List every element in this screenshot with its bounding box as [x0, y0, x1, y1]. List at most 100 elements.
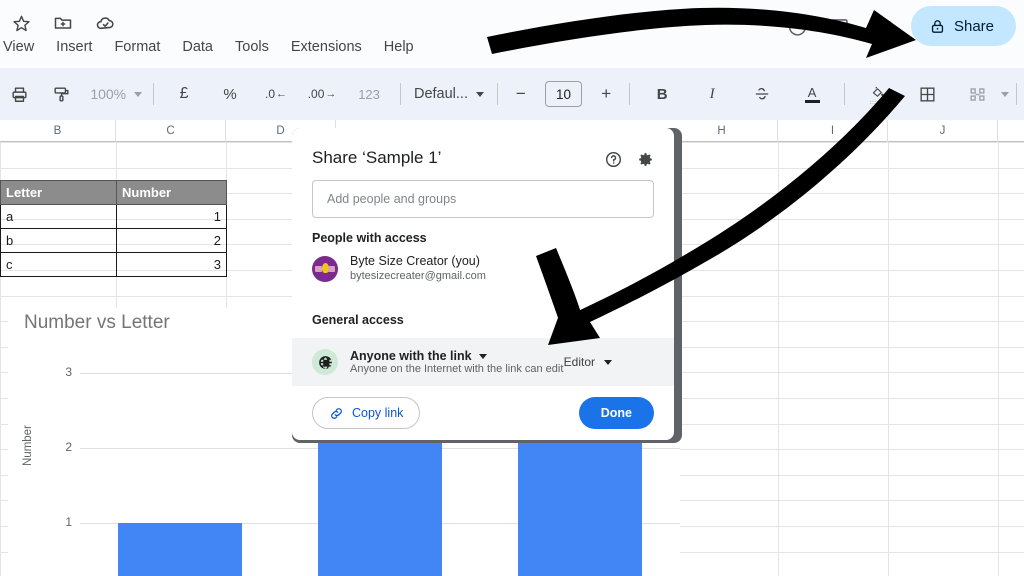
- google-sheets-window: View Insert Format Data Tools Extensions…: [0, 0, 1024, 576]
- table-row[interactable]: c 3: [0, 252, 227, 277]
- increase-decimal-label: .00: [307, 87, 325, 101]
- meet-icon[interactable]: [863, 7, 901, 45]
- toolbar-divider-5: [844, 83, 846, 105]
- grid-vline: [778, 142, 779, 576]
- font-size-input[interactable]: 10: [544, 81, 583, 107]
- link-icon: [329, 406, 344, 421]
- role-selector[interactable]: Editor: [564, 355, 612, 369]
- chart-title: Number vs Letter: [24, 312, 170, 333]
- toolbar-divider-2: [400, 83, 401, 105]
- chevron-down-icon[interactable]: [478, 353, 487, 359]
- person-row[interactable]: Byte Size Creator (you) bytesizecreater@…: [312, 254, 486, 283]
- paint-format-icon[interactable]: [45, 78, 77, 110]
- more-formats-button[interactable]: 123: [353, 78, 385, 110]
- share-button-label: Share: [953, 17, 994, 35]
- general-access-title: General access: [312, 313, 404, 327]
- toolbar-divider: [153, 83, 155, 105]
- menu-help[interactable]: Help: [373, 36, 425, 58]
- doc-action-icons: [8, 10, 118, 36]
- cell-letter[interactable]: a: [0, 204, 117, 229]
- menu-format[interactable]: Format: [103, 36, 171, 58]
- globe-icon: [312, 349, 338, 375]
- chart-y-axis-label: Number: [22, 425, 34, 466]
- menu-tools[interactable]: Tools: [224, 36, 280, 58]
- menu-data[interactable]: Data: [171, 36, 224, 58]
- data-table[interactable]: Letter Number a 1 b 2 c 3: [0, 180, 227, 277]
- top-bar: View Insert Format Data Tools Extensions…: [0, 0, 1024, 68]
- copy-link-button[interactable]: Copy link: [312, 397, 421, 429]
- increase-font-size-button[interactable]: +: [590, 78, 622, 110]
- cell-letter[interactable]: b: [0, 228, 117, 253]
- help-circle-icon[interactable]: [604, 150, 624, 170]
- column-header-b[interactable]: B: [0, 120, 116, 142]
- add-people-input[interactable]: Add people and groups: [312, 180, 654, 218]
- version-history-icon[interactable]: [779, 7, 817, 45]
- italic-button[interactable]: I: [696, 78, 728, 110]
- star-icon[interactable]: [8, 10, 34, 36]
- cloud-saved-icon[interactable]: [92, 10, 118, 36]
- gear-icon[interactable]: [636, 150, 656, 170]
- lock-icon: [929, 18, 946, 35]
- general-access-row[interactable]: Anyone with the link Anyone on the Inter…: [292, 338, 674, 386]
- merge-cells-icon[interactable]: [961, 78, 993, 110]
- move-to-folder-icon[interactable]: [50, 10, 76, 36]
- general-access-label-row[interactable]: Anyone with the link: [350, 349, 563, 363]
- done-button[interactable]: Done: [578, 397, 654, 429]
- toolbar-divider-6: [1016, 83, 1017, 105]
- table-row[interactable]: a 1: [0, 204, 227, 229]
- copy-link-label: Copy link: [352, 406, 404, 420]
- strikethrough-icon[interactable]: [746, 78, 778, 110]
- menu-extensions[interactable]: Extensions: [280, 36, 373, 58]
- font-family-value: Defaul...: [413, 86, 468, 102]
- font-family-selector[interactable]: Defaul...: [408, 86, 490, 102]
- cell-letter[interactable]: c: [0, 252, 117, 277]
- chevron-down-icon: [604, 359, 612, 365]
- avatar: [312, 255, 338, 282]
- grid-vline: [888, 142, 889, 576]
- chevron-down-icon: [134, 91, 143, 97]
- bold-button[interactable]: B: [646, 78, 678, 110]
- cell-number[interactable]: 1: [116, 204, 227, 229]
- decrease-font-size-button[interactable]: −: [505, 78, 537, 110]
- print-icon[interactable]: [4, 78, 36, 110]
- borders-icon[interactable]: [911, 78, 943, 110]
- decrease-decimal-label: .0: [265, 87, 276, 101]
- cell-number[interactable]: 3: [116, 252, 227, 277]
- column-header-i[interactable]: I: [778, 120, 888, 142]
- people-with-access-title: People with access: [312, 231, 427, 245]
- menu-view[interactable]: View: [0, 36, 45, 58]
- text-color-label: A: [807, 84, 817, 100]
- role-value: Editor: [563, 355, 595, 369]
- percent-format-button[interactable]: %: [214, 78, 246, 110]
- fill-color-swatch: [869, 100, 885, 104]
- column-header-j[interactable]: J: [888, 120, 998, 142]
- column-header-c[interactable]: C: [116, 120, 226, 142]
- toolbar-divider-4: [629, 83, 631, 105]
- person-name: Byte Size Creator (you): [350, 254, 480, 268]
- text-color-button[interactable]: A: [796, 78, 828, 110]
- chart-bar: [318, 440, 442, 576]
- table-row[interactable]: b 2: [0, 228, 227, 253]
- text-color-swatch: [804, 99, 820, 103]
- share-dialog-title: Share ‘Sample 1’: [312, 148, 442, 167]
- grid-vline: [998, 142, 999, 576]
- table-header-number: Number: [116, 180, 227, 205]
- top-right-actions: Share: [779, 6, 1016, 46]
- cell-number[interactable]: 2: [116, 228, 227, 253]
- general-access-description: Anyone on the Internet with the link can…: [350, 363, 564, 375]
- decrease-decimal-button[interactable]: .0 ←: [260, 78, 292, 110]
- chevron-down-icon[interactable]: [1001, 91, 1010, 97]
- formatting-toolbar: 100% £ % .0 ← .00 → 123 Defaul... − 10 +…: [0, 68, 1024, 120]
- column-header-h[interactable]: H: [666, 120, 778, 142]
- currency-format-button[interactable]: £: [168, 78, 200, 110]
- table-header-letter: Letter: [0, 180, 117, 205]
- chart-y-tick: 3: [65, 364, 72, 379]
- chart-y-tick: 1: [65, 514, 72, 529]
- person-email: bytesizecreater@gmail.com: [350, 270, 486, 282]
- zoom-selector[interactable]: 100%: [86, 86, 146, 102]
- share-button[interactable]: Share: [910, 6, 1016, 46]
- fill-color-icon[interactable]: [861, 78, 893, 110]
- comment-icon[interactable]: [821, 7, 859, 45]
- menu-insert[interactable]: Insert: [45, 36, 103, 58]
- increase-decimal-button[interactable]: .00 →: [306, 78, 338, 110]
